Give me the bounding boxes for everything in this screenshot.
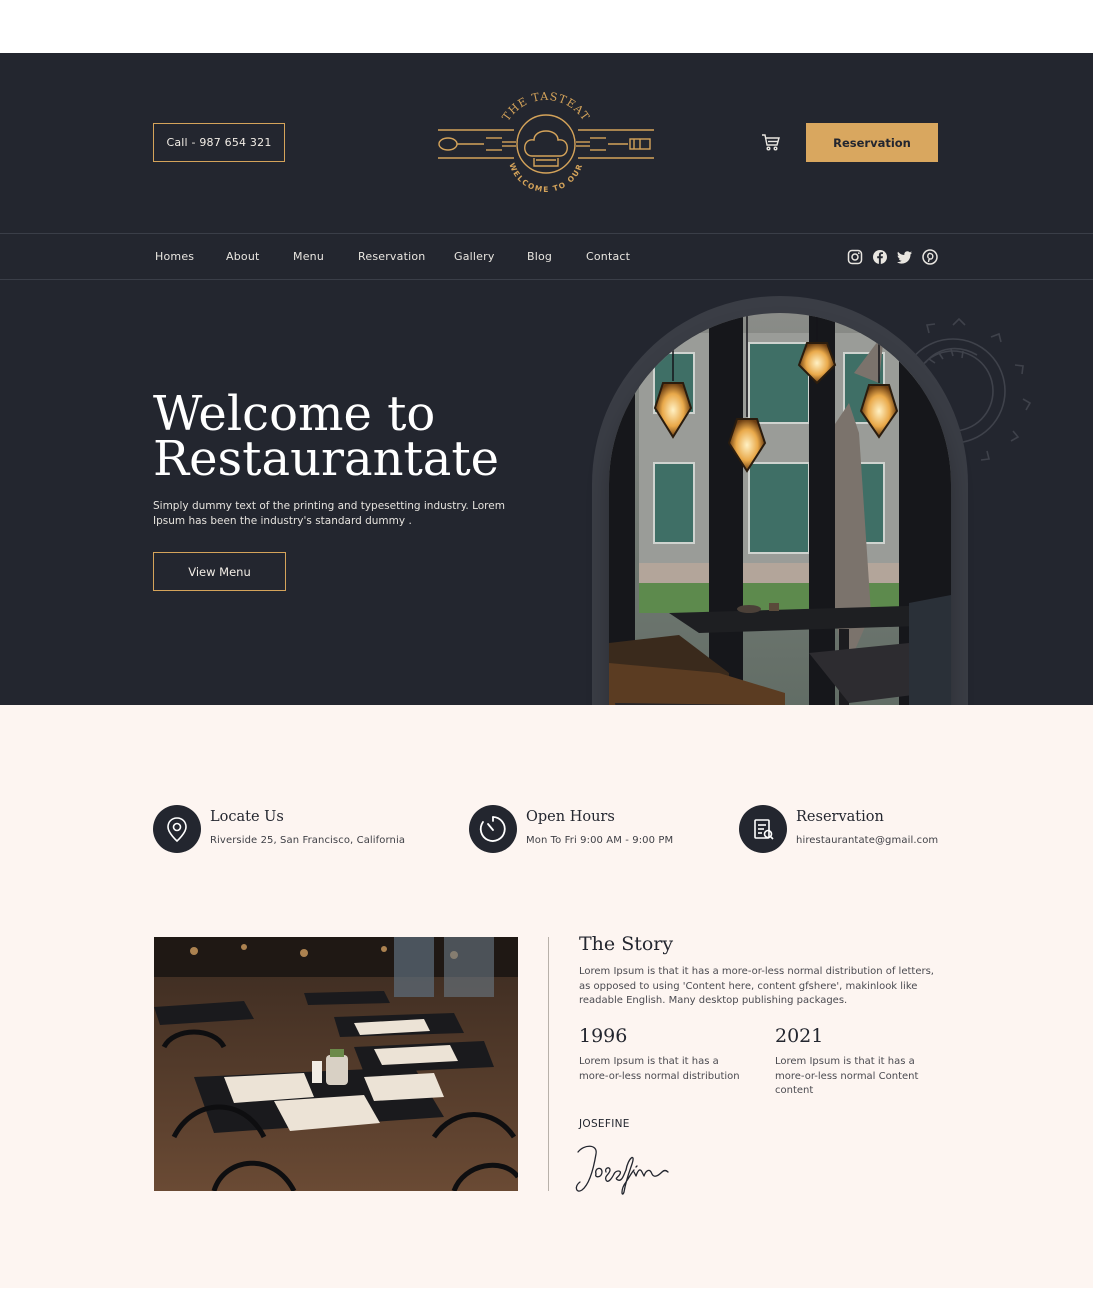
info-title-hours: Open Hours	[526, 809, 615, 825]
info-text-email[interactable]: hirestaurantate@gmail.com	[796, 835, 938, 846]
svg-text:THE TASTEAT: THE TASTEAT	[500, 90, 593, 124]
milestone-text-2021: Lorem Ipsum is that it has a more-or-les…	[775, 1056, 919, 1096]
milestone-text-1996: Lorem Ipsum is that it has a more-or-les…	[579, 1056, 740, 1082]
hero-description: Simply dummy text of the printing and ty…	[153, 500, 505, 527]
nav-item-homes[interactable]: Homes	[155, 250, 194, 263]
story-restaurant-photo	[154, 937, 518, 1191]
hero-title-line2: Restaurantate	[153, 431, 500, 487]
info-title-reservation: Reservation	[796, 809, 884, 825]
signature-name: JOSEFINE	[579, 1118, 630, 1130]
logo-top-text: THE TASTEAT	[500, 90, 592, 124]
hero-restaurant-photo	[609, 313, 951, 741]
logo[interactable]: THE TASTEAT WELCOME TO OUR	[436, 86, 656, 200]
nav-item-gallery[interactable]: Gallery	[454, 250, 495, 263]
nav-item-about[interactable]: About	[226, 250, 260, 263]
main-nav: Homes About Menu Reservation Gallery Blo…	[0, 233, 1093, 280]
signature-image	[575, 1145, 669, 1195]
nav-item-menu[interactable]: Menu	[293, 250, 324, 263]
divider-line	[548, 937, 549, 1191]
story-title: The Story	[579, 933, 674, 955]
info-title-locate: Locate Us	[210, 809, 284, 825]
milestone-year-1996: 1996	[579, 1025, 628, 1047]
info-text-locate: Riverside 25, San Francisco, California	[210, 835, 406, 846]
call-button[interactable]: Call - 987 654 321	[153, 123, 285, 162]
hero-title: Welcome to Restaurantate	[153, 390, 573, 483]
twitter-icon[interactable]	[897, 249, 913, 265]
location-pin-icon	[153, 805, 201, 853]
nav-item-reservation[interactable]: Reservation	[358, 250, 425, 263]
reservation-button[interactable]: Reservation	[806, 123, 938, 162]
pinterest-icon[interactable]	[922, 249, 938, 265]
view-menu-button[interactable]: View Menu	[153, 552, 286, 591]
milestone-year-2021: 2021	[775, 1025, 824, 1047]
reservation-list-icon	[739, 805, 787, 853]
info-text-hours: Mon To Fri 9:00 AM - 9:00 PM	[526, 835, 674, 846]
nav-item-blog[interactable]: Blog	[527, 250, 552, 263]
instagram-icon[interactable]	[847, 249, 863, 265]
top-whitespace	[0, 0, 1093, 53]
cart-icon[interactable]	[761, 132, 781, 152]
nav-item-contact[interactable]: Contact	[586, 250, 630, 263]
facebook-icon[interactable]	[872, 249, 888, 265]
clock-icon	[469, 805, 517, 853]
story-text: Lorem Ipsum is that it has a more-or-les…	[579, 966, 934, 1006]
